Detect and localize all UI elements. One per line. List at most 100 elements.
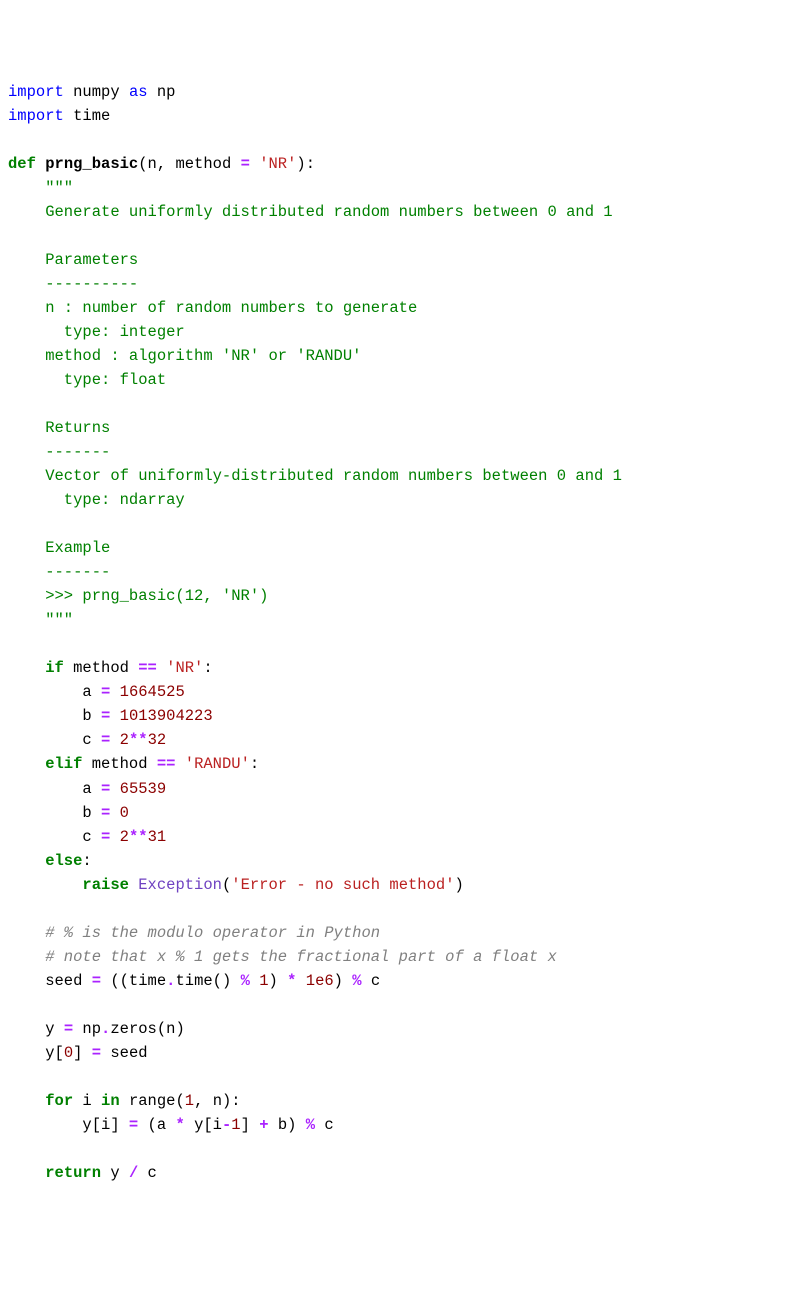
colon: : — [203, 659, 212, 677]
expr: y[ — [8, 1044, 64, 1062]
kw-for: for — [45, 1092, 73, 1110]
indent — [8, 876, 82, 894]
paren: ( — [175, 1092, 184, 1110]
space — [250, 155, 259, 173]
kw-elif: elif — [8, 755, 82, 773]
exc-name: Exception — [138, 876, 222, 894]
num: 0 — [120, 804, 129, 822]
builtin-range: range — [129, 1092, 176, 1110]
op-eq: = — [92, 972, 101, 990]
num: 32 — [148, 731, 167, 749]
fn-name: prng_basic — [45, 155, 138, 173]
op-eq: = — [101, 780, 110, 798]
code-block: import numpy as np import time def prng_… — [8, 80, 795, 1185]
expr: y — [101, 1164, 129, 1182]
comment: # note that x % 1 gets the fractional pa… — [8, 948, 557, 966]
num: 1664525 — [120, 683, 185, 701]
fn-params-open: (n, method — [138, 155, 240, 173]
space — [120, 1092, 129, 1110]
var: a — [8, 780, 101, 798]
num: 2 — [120, 731, 129, 749]
var: b — [8, 707, 101, 725]
expr: ] — [73, 1044, 92, 1062]
docstring-line: type: float — [8, 371, 166, 389]
num: 0 — [64, 1044, 73, 1062]
expr: ] — [241, 1116, 260, 1134]
expr: seed — [101, 1044, 148, 1062]
expr: ((time — [101, 972, 166, 990]
expr: method — [82, 755, 156, 773]
op-eqeq: == — [157, 755, 176, 773]
num: 2 — [120, 828, 129, 846]
space — [110, 780, 119, 798]
str: 'Error - no such method' — [231, 876, 454, 894]
space — [175, 755, 184, 773]
op-plus: + — [259, 1116, 268, 1134]
str: 'RANDU' — [185, 755, 250, 773]
docstring-line: type: integer — [8, 323, 185, 341]
str: 'NR' — [166, 659, 203, 677]
op-mod: % — [241, 972, 250, 990]
kw-import: import — [8, 107, 64, 125]
op-mod: % — [306, 1116, 315, 1134]
space — [110, 731, 119, 749]
space — [110, 804, 119, 822]
op-minus: - — [222, 1116, 231, 1134]
op-pow: ** — [129, 828, 148, 846]
op-eq: = — [64, 1020, 73, 1038]
op-mul: * — [175, 1116, 184, 1134]
docstring-line: Example — [8, 539, 110, 557]
indent — [8, 1164, 45, 1182]
paren: ( — [222, 876, 231, 894]
kw-return: return — [45, 1164, 101, 1182]
docstring-line: n : number of random numbers to generate — [8, 299, 417, 317]
op-pow: ** — [129, 731, 148, 749]
space — [110, 683, 119, 701]
var: c — [8, 731, 101, 749]
space — [157, 659, 166, 677]
var: c — [8, 828, 101, 846]
op-mod: % — [352, 972, 361, 990]
colon: : — [82, 852, 91, 870]
expr: c — [138, 1164, 157, 1182]
docstring-line: ---------- — [8, 275, 138, 293]
space — [110, 828, 119, 846]
num: 1e6 — [306, 972, 334, 990]
var: seed — [8, 972, 92, 990]
var: i — [73, 1092, 101, 1110]
expr: , n): — [194, 1092, 241, 1110]
space — [36, 155, 45, 173]
docstring-line: Generate uniformly distributed random nu… — [8, 203, 613, 221]
docstring-line: ------- — [8, 443, 110, 461]
space — [129, 876, 138, 894]
expr: c — [315, 1116, 334, 1134]
num: 1 — [231, 1116, 240, 1134]
var: y — [8, 1020, 64, 1038]
kw-else: else — [8, 852, 82, 870]
op-eq: = — [101, 828, 110, 846]
expr: ) — [269, 972, 288, 990]
expr: y[i — [185, 1116, 222, 1134]
space — [250, 972, 259, 990]
num: 31 — [148, 828, 167, 846]
mod-numpy: numpy — [64, 83, 129, 101]
space — [296, 972, 305, 990]
var: a — [8, 683, 101, 701]
expr: method — [64, 659, 138, 677]
docstring-line: >>> prng_basic(12, 'NR') — [8, 587, 268, 605]
op-eq: = — [101, 731, 110, 749]
expr: (a — [138, 1116, 175, 1134]
op-eq: = — [101, 707, 110, 725]
num: 1 — [185, 1092, 194, 1110]
docstring-line: type: ndarray — [8, 491, 185, 509]
str-nr: 'NR' — [259, 155, 296, 173]
docstring-open: """ — [8, 179, 73, 197]
op-eq: = — [101, 804, 110, 822]
num: 1013904223 — [120, 707, 213, 725]
paren: ) — [455, 876, 464, 894]
kw-as: as — [129, 83, 148, 101]
kw-raise: raise — [82, 876, 129, 894]
kw-in: in — [101, 1092, 120, 1110]
mod-time: time — [64, 107, 111, 125]
expr: c — [362, 972, 381, 990]
